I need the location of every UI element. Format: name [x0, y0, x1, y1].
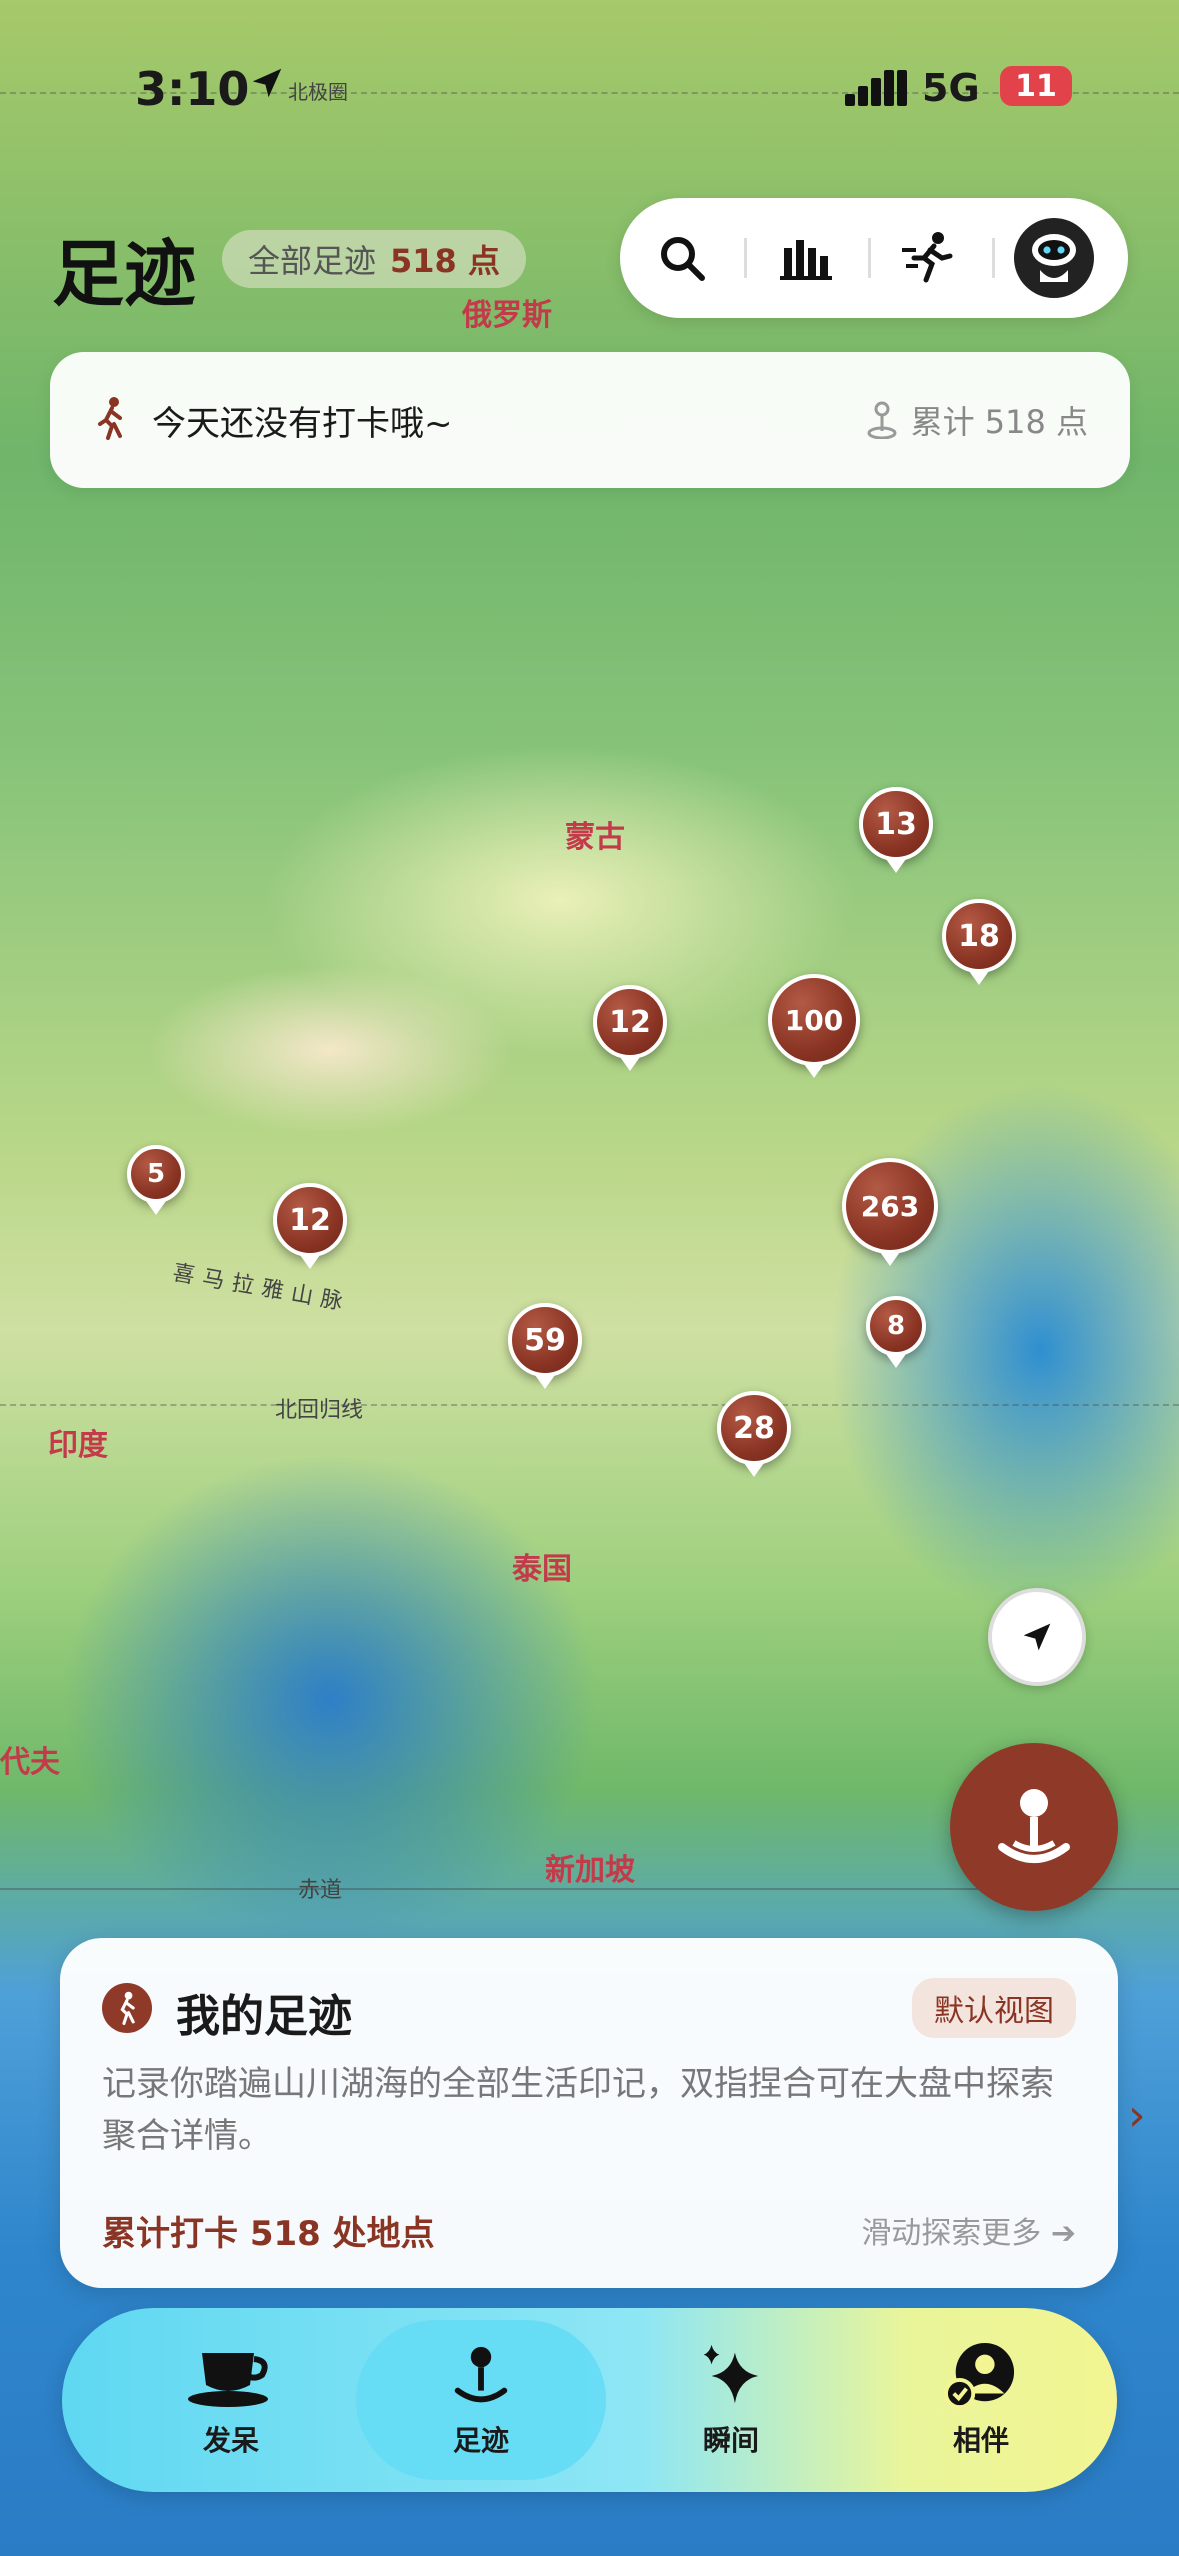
- checkin-status-card[interactable]: 今天还没有打卡哦~ 累计 518 点: [50, 352, 1130, 488]
- search-button[interactable]: [620, 198, 744, 318]
- map-label-tropic: 北回归线: [275, 1398, 364, 1423]
- bar-chart-icon: [780, 240, 832, 280]
- map-label-arctic: 北极圈: [288, 80, 348, 104]
- cumulative-text: 累计 518 点: [910, 403, 1088, 441]
- checkin-count: 累计打卡 518 处地点: [102, 2214, 435, 2254]
- navigation-arrow-icon: [1023, 1623, 1051, 1651]
- map-pin-icon: [998, 1789, 1070, 1863]
- bottom-tab-bar: 发呆 足迹 瞬间 相伴: [62, 2308, 1117, 2492]
- chevron-right-icon[interactable]: ›: [1128, 2090, 1146, 2141]
- run-icon: [902, 232, 953, 283]
- profile-button[interactable]: [992, 198, 1116, 318]
- cluster-marker[interactable]: 100: [768, 974, 860, 1066]
- cluster-marker[interactable]: 5: [127, 1145, 185, 1203]
- tab-label: 发呆: [202, 2424, 259, 2457]
- top-toolbar: [620, 198, 1128, 318]
- total-footprints-chip[interactable]: 全部足迹 518 点: [222, 230, 526, 288]
- network-type: 5G: [922, 66, 980, 110]
- map-label-himalaya: 喜马拉雅山脉: [170, 1260, 353, 1317]
- companion-icon: [944, 2342, 1015, 2410]
- map-label-equator: 赤道: [298, 1878, 343, 1903]
- battery-indicator: 11: [1000, 66, 1072, 106]
- cluster-marker[interactable]: 18: [942, 899, 1016, 973]
- total-label: 全部足迹: [248, 242, 377, 280]
- search-icon: [661, 237, 705, 281]
- coffee-cup-icon: [188, 2353, 268, 2407]
- activity-button[interactable]: [868, 198, 992, 318]
- cluster-marker[interactable]: 28: [717, 1391, 791, 1465]
- map-label-russia: 俄罗斯: [462, 298, 552, 333]
- sheet-title: 我的足迹: [176, 1991, 352, 2042]
- map-label-singapore: 新加坡: [545, 1853, 635, 1888]
- avatar: [1014, 218, 1094, 298]
- sparkle-icon: [703, 2344, 759, 2404]
- checkin-fab-button[interactable]: [950, 1743, 1118, 1911]
- map-pin-icon: [454, 2346, 508, 2403]
- tab-moments[interactable]: 瞬间: [606, 2320, 856, 2480]
- cluster-marker[interactable]: 12: [593, 985, 667, 1059]
- cluster-marker[interactable]: 8: [866, 1296, 926, 1356]
- location-arrow-icon: [248, 64, 286, 106]
- tab-companion[interactable]: 相伴: [856, 2320, 1106, 2480]
- total-value: 518 点: [390, 242, 500, 280]
- walk-icon: [102, 1983, 152, 2033]
- checkin-message: 今天还没有打卡哦~: [152, 403, 453, 444]
- checkin-cumulative: 累计 518 点: [867, 397, 1088, 443]
- locate-me-button[interactable]: [988, 1588, 1086, 1686]
- signal-icon: [845, 70, 907, 110]
- cluster-marker[interactable]: 263: [842, 1158, 938, 1254]
- tab-footprint[interactable]: 足迹: [356, 2320, 606, 2480]
- stats-button[interactable]: [744, 198, 868, 318]
- map-label-india: 印度: [48, 1428, 108, 1463]
- pin-outline-icon: [867, 401, 897, 439]
- tab-label: 足迹: [452, 2424, 509, 2457]
- tab-label: 相伴: [952, 2424, 1009, 2457]
- map-label-mongolia: 蒙古: [565, 820, 625, 855]
- page-title: 足迹: [52, 232, 197, 316]
- tropic-line: [0, 1404, 1179, 1406]
- footprint-info-sheet[interactable]: 我的足迹 默认视图 记录你踏遍山川湖海的全部生活印记，双指捏合可在大盘中探索聚合…: [60, 1938, 1118, 2288]
- cluster-marker[interactable]: 59: [508, 1303, 582, 1377]
- tab-label: 瞬间: [702, 2424, 759, 2457]
- cluster-marker[interactable]: 12: [273, 1183, 347, 1257]
- map-label-maldives: 代夫: [0, 1745, 60, 1780]
- sheet-description: 记录你踏遍山川湖海的全部生活印记，双指捏合可在大盘中探索聚合详情。: [102, 2064, 1054, 2156]
- explore-more-link[interactable]: 滑动探索更多 ➔: [861, 2208, 1076, 2252]
- status-time: 3:10: [135, 62, 250, 116]
- cluster-marker[interactable]: 13: [859, 787, 933, 861]
- map-label-thailand: 泰国: [512, 1552, 572, 1587]
- status-bar: 3:10 北极圈 5G 11: [0, 0, 1179, 160]
- walk-icon: [94, 396, 130, 444]
- tab-fadai[interactable]: 发呆: [106, 2320, 356, 2480]
- default-view-button[interactable]: 默认视图: [912, 1978, 1076, 2038]
